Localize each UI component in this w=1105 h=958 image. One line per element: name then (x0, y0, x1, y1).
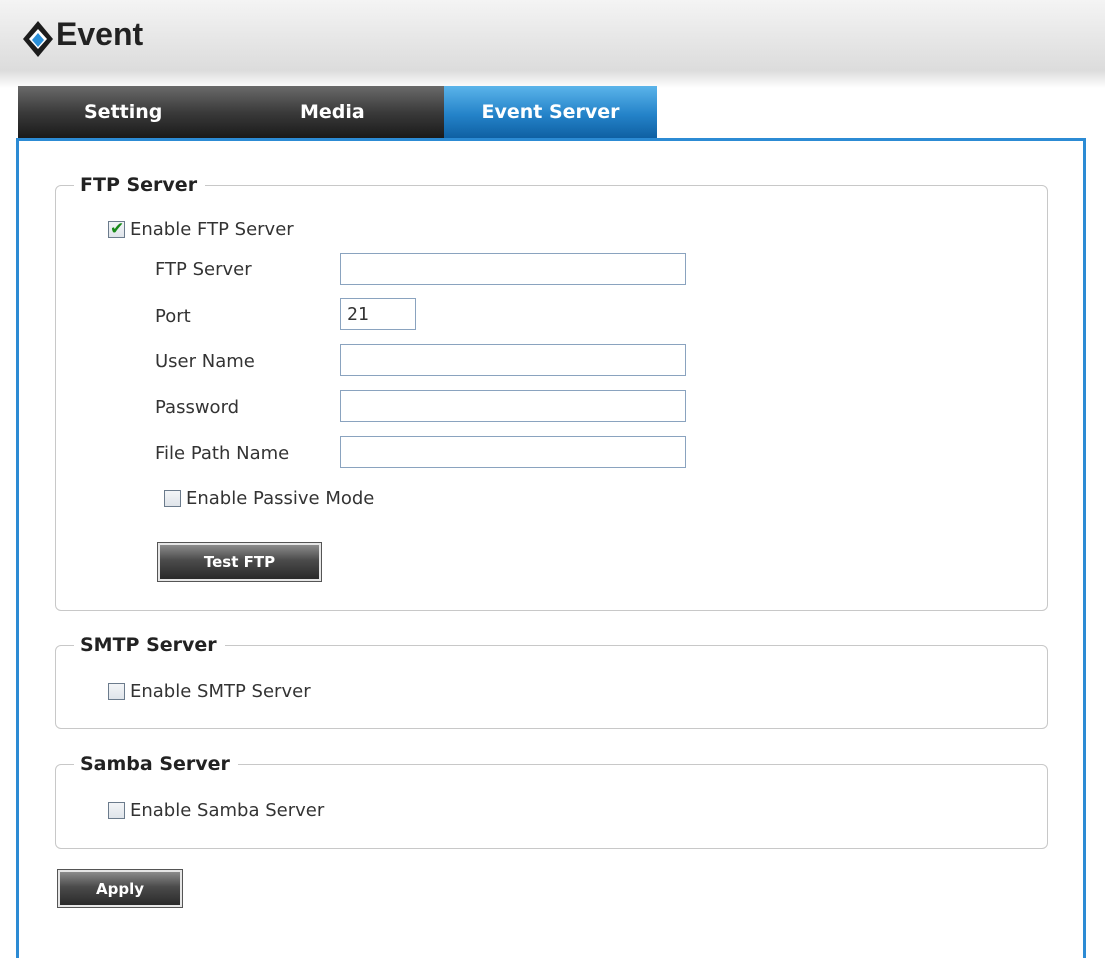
ftp-server-input[interactable] (340, 253, 686, 285)
port-input[interactable]: 21 (340, 298, 416, 330)
enable-samba-row[interactable]: Enable Samba Server (108, 800, 324, 821)
tab-bar: Setting Media Event Server (18, 86, 658, 138)
samba-server-legend: Samba Server (80, 753, 230, 775)
password-label: Password (155, 397, 240, 418)
page-header: Event (0, 0, 1105, 88)
user-name-input[interactable] (340, 344, 686, 376)
enable-smtp-row[interactable]: Enable SMTP Server (108, 681, 311, 702)
user-name-label: User Name (155, 351, 255, 372)
enable-smtp-label: Enable SMTP Server (130, 681, 311, 702)
tab-media-label: Media (300, 101, 365, 123)
enable-samba-checkbox[interactable] (108, 802, 125, 819)
enable-samba-label: Enable Samba Server (130, 800, 325, 821)
passive-mode-row[interactable]: Enable Passive Mode (164, 488, 374, 509)
check-icon: ✔ (110, 219, 125, 239)
tab-media[interactable]: Media (300, 86, 380, 138)
smtp-server-legend: SMTP Server (80, 634, 217, 656)
test-ftp-button[interactable]: Test FTP (157, 542, 322, 582)
tab-setting[interactable]: Setting (18, 86, 448, 138)
file-path-label: File Path Name (155, 443, 290, 464)
content-panel: FTP Server ✔ Enable FTP Server FTP Serve… (16, 138, 1086, 958)
enable-ftp-row[interactable]: ✔ Enable FTP Server (108, 219, 294, 240)
apply-button[interactable]: Apply (57, 869, 183, 908)
ftp-server-label: FTP Server (155, 259, 252, 280)
page-title: Event (56, 16, 144, 52)
passive-mode-checkbox[interactable] (164, 490, 181, 507)
enable-ftp-label: Enable FTP Server (130, 219, 294, 240)
tab-event-server[interactable]: Event Server (444, 86, 657, 138)
tab-setting-label: Setting (84, 101, 163, 123)
file-path-input[interactable] (340, 436, 686, 468)
ftp-server-legend: FTP Server (80, 174, 198, 196)
diamond-logo-icon (23, 21, 53, 57)
port-label: Port (155, 306, 191, 327)
password-input[interactable] (340, 390, 686, 422)
tab-event-server-label: Event Server (481, 101, 620, 123)
passive-mode-label: Enable Passive Mode (186, 488, 375, 509)
enable-ftp-checkbox[interactable]: ✔ (108, 219, 125, 239)
enable-smtp-checkbox[interactable] (108, 683, 125, 700)
